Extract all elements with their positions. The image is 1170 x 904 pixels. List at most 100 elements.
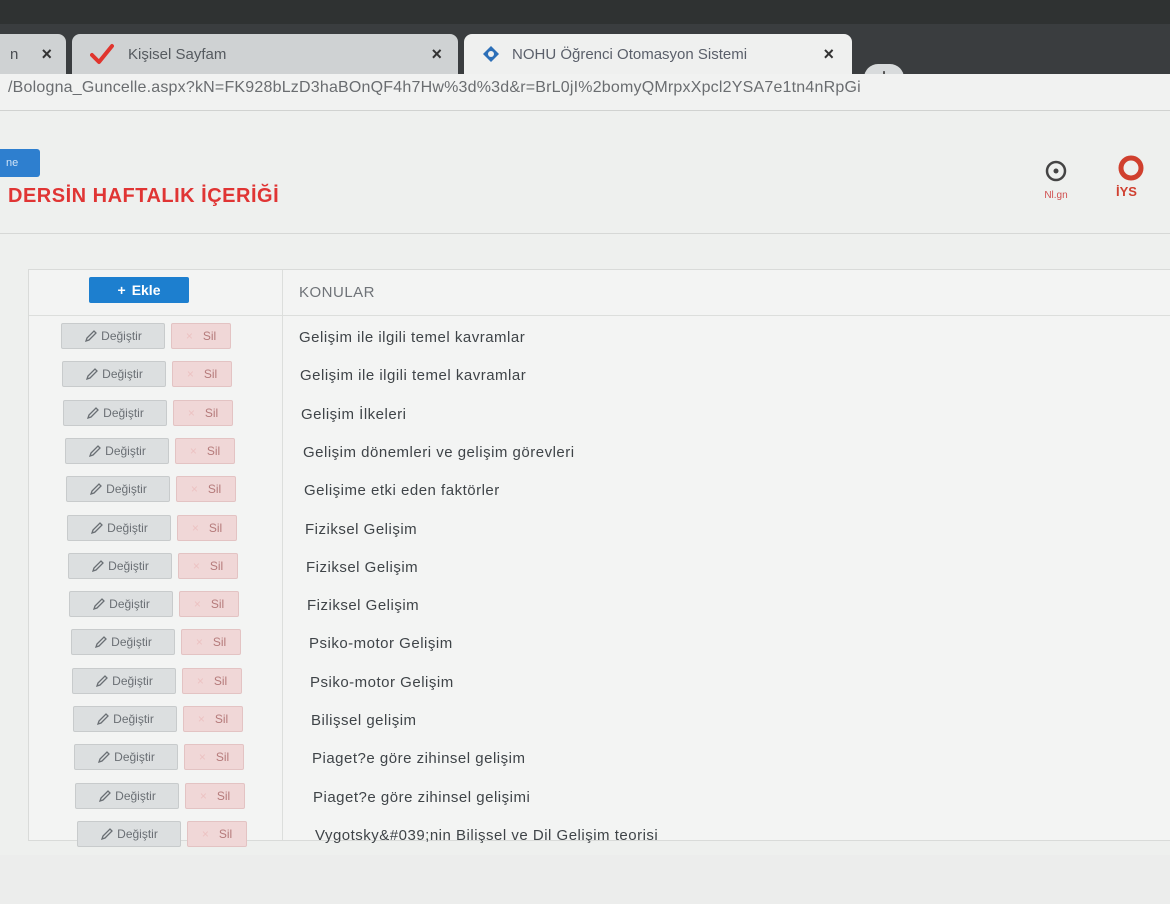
- delete-button-label: Sil: [213, 673, 228, 688]
- edit-button-label: Değiştir: [113, 712, 154, 726]
- close-icon[interactable]: ×: [431, 44, 442, 65]
- edit-button[interactable]: Değiştir: [72, 667, 176, 694]
- edit-button-label: Değiştir: [103, 405, 144, 420]
- delete-button[interactable]: × Sil: [179, 591, 239, 618]
- address-bar[interactable]: /Bologna_Guncelle.aspx?kN=FK928bLzD3haBO…: [0, 74, 1170, 111]
- topic-cell: Psiko-motor Gelişim: [309, 635, 453, 653]
- pencil-icon: [97, 713, 110, 726]
- browser-tab-3-active[interactable]: NOHU Öğrenci Otomasyon Sistemi ×: [464, 34, 852, 74]
- delete-x-icon: ×: [189, 443, 197, 458]
- edit-button-label: Değiştir: [106, 482, 147, 497]
- delete-button[interactable]: × Sil: [183, 706, 243, 732]
- pencil-icon: [91, 521, 104, 534]
- page-content: ne Nl.gn İYS DERSİN HAFTALIK İÇERİĞİ + E…: [0, 111, 1170, 904]
- delete-x-icon: ×: [195, 635, 203, 650]
- edit-button[interactable]: Değiştir: [62, 361, 166, 388]
- add-button-label: Ekle: [131, 282, 161, 298]
- delete-x-icon: ×: [187, 405, 195, 420]
- pencil-icon: [98, 751, 111, 764]
- table-row: Değiştir × Sil Fiziksel Gelişim: [29, 550, 1170, 588]
- browser-tab-2[interactable]: Kişisel Sayfam ×: [72, 34, 458, 74]
- pencil-icon: [89, 444, 102, 457]
- add-button[interactable]: + Ekle: [89, 277, 189, 303]
- topic-cell: Psiko-motor Gelişim: [310, 673, 454, 691]
- delete-x-icon: ×: [201, 826, 209, 841]
- edit-button[interactable]: Değiştir: [74, 744, 178, 771]
- tab-label: Kişisel Sayfam: [128, 45, 227, 63]
- url-text[interactable]: /Bologna_Guncelle.aspx?kN=FK928bLzD3haBO…: [8, 79, 1158, 97]
- delete-button[interactable]: × Sil: [176, 476, 236, 503]
- delete-button-label: Sil: [218, 826, 233, 841]
- topic-cell: Gelişime etki eden faktörler: [304, 482, 500, 500]
- table-row: Değiştir × Sil Fiziksel Gelişim: [29, 588, 1170, 626]
- delete-button[interactable]: × Sil: [172, 361, 232, 388]
- topic-cell: Piaget?e göre zihinsel gelişimi: [313, 788, 531, 806]
- topic-cell: Gelişim dönemleri ve gelişim görevleri: [303, 443, 575, 461]
- topic-cell: Fiziksel Gelişim: [306, 558, 419, 576]
- edit-button-label: Değiştir: [107, 520, 148, 535]
- delete-x-icon: ×: [196, 673, 204, 688]
- delete-button-label: Sil: [207, 482, 222, 497]
- pencil-icon: [92, 559, 105, 572]
- edit-button[interactable]: Değiştir: [67, 514, 171, 541]
- delete-button[interactable]: × Sil: [182, 667, 242, 694]
- delete-button[interactable]: × Sil: [187, 820, 247, 847]
- delete-x-icon: ×: [186, 367, 194, 382]
- delete-button[interactable]: × Sil: [175, 437, 235, 464]
- delete-button[interactable]: × Sil: [181, 629, 241, 656]
- nav-button[interactable]: ne: [0, 149, 40, 177]
- pencil-icon: [93, 598, 106, 611]
- delete-x-icon: ×: [185, 329, 193, 343]
- iys-link[interactable]: İYS: [1116, 155, 1170, 199]
- topic-cell: Bilişsel gelişim: [311, 712, 417, 729]
- edit-button[interactable]: Değiştir: [66, 476, 170, 503]
- close-icon[interactable]: ×: [823, 44, 834, 65]
- topic-cell: Gelişim İlkeleri: [301, 405, 407, 423]
- edit-button-label: Değiştir: [117, 826, 158, 841]
- delete-x-icon: ×: [192, 558, 200, 573]
- delete-button[interactable]: × Sil: [171, 323, 231, 349]
- table-row: Değiştir × Sil Gelişim ile ilgili temel kav…: [29, 320, 1170, 358]
- topic-cell: Fiziksel Gelişim: [307, 597, 420, 615]
- edit-button[interactable]: Değiştir: [77, 820, 181, 847]
- topic-cell: Gelişim ile ilgili temel kavramlar: [300, 367, 527, 385]
- delete-button[interactable]: × Sil: [173, 399, 233, 426]
- iys-label: İYS: [1116, 184, 1137, 199]
- close-icon[interactable]: ×: [41, 44, 52, 65]
- table-row: Değiştir × Sil Piaget?e göre zihinsel geliş…: [29, 780, 1170, 818]
- table-row: Değiştir × Sil Bilişsel gelişim: [29, 703, 1170, 741]
- delete-x-icon: ×: [191, 520, 199, 535]
- pencil-icon: [101, 827, 114, 840]
- delete-button[interactable]: × Sil: [185, 782, 245, 809]
- pencil-icon: [99, 789, 112, 802]
- topic-cell: Piaget?e göre zihinsel gelişim: [312, 750, 526, 768]
- delete-button-label: Sil: [204, 405, 219, 420]
- browser-tab-1[interactable]: n ×: [0, 34, 66, 74]
- delete-button[interactable]: × Sil: [178, 552, 238, 579]
- edit-button[interactable]: Değiştir: [63, 399, 167, 426]
- plus-icon: +: [117, 282, 126, 298]
- edit-button-label: Değiştir: [114, 750, 155, 765]
- table-row: Değiştir × Sil Gelişim dönemleri ve gelişim…: [29, 435, 1170, 473]
- edit-button[interactable]: Değiştir: [75, 782, 179, 809]
- delete-button[interactable]: × Sil: [177, 514, 237, 541]
- edit-button[interactable]: Değiştir: [65, 437, 169, 464]
- edit-button[interactable]: Değiştir: [68, 552, 172, 579]
- table-row: Değiştir × Sil Psiko-motor Gelişim: [29, 626, 1170, 664]
- tab-label: n: [10, 45, 19, 63]
- delete-button-label: Sil: [210, 597, 225, 612]
- delete-x-icon: ×: [198, 750, 206, 765]
- delete-x-icon: ×: [197, 712, 205, 726]
- delete-button-label: Sil: [215, 750, 230, 765]
- edit-button[interactable]: Değiştir: [73, 706, 177, 732]
- pencil-icon: [85, 330, 98, 343]
- nlgn-link[interactable]: Nl.gn: [1036, 159, 1076, 201]
- edit-button[interactable]: Değiştir: [71, 629, 175, 656]
- edit-button[interactable]: Değiştir: [69, 591, 173, 618]
- edit-button-label: Değiştir: [108, 558, 149, 573]
- site-favicon-icon: [482, 45, 500, 63]
- edit-button[interactable]: Değiştir: [61, 323, 165, 349]
- table-row: Değiştir × Sil Gelişim İlkeleri: [29, 397, 1170, 435]
- delete-button-label: Sil: [214, 712, 229, 726]
- delete-button[interactable]: × Sil: [184, 744, 244, 771]
